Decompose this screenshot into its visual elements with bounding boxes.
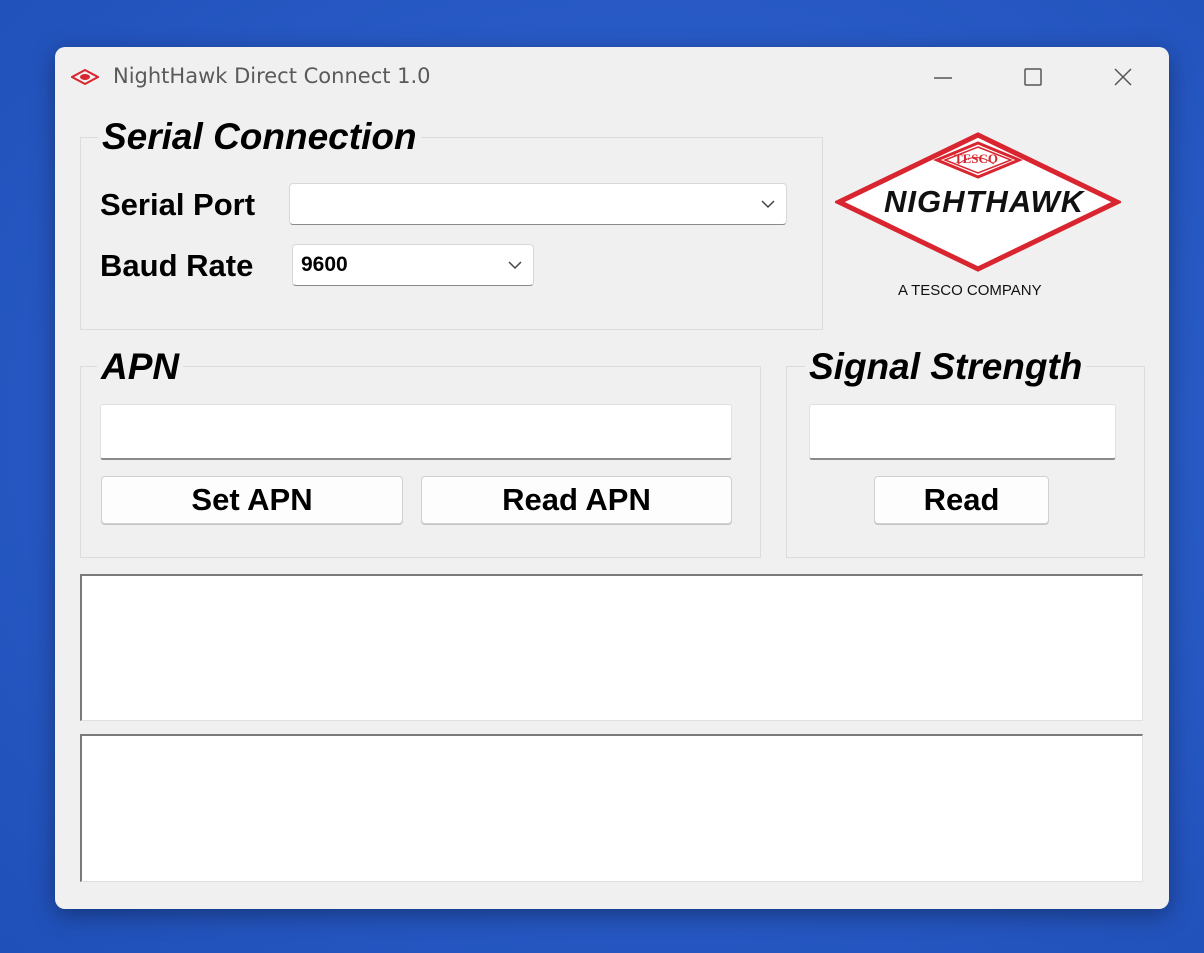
output-textarea-2[interactable] <box>80 734 1143 882</box>
tesco-badge-text: TESCO <box>953 151 999 166</box>
read-signal-button[interactable]: Read <box>874 476 1049 524</box>
apn-group <box>80 366 761 558</box>
set-apn-button[interactable]: Set APN <box>101 476 403 524</box>
minimize-icon <box>934 77 952 79</box>
window-title: NightHawk Direct Connect 1.0 <box>113 64 431 88</box>
chevron-down-icon <box>508 261 522 270</box>
serial-port-select[interactable] <box>289 183 787 225</box>
apn-input[interactable] <box>100 404 732 460</box>
baud-rate-label: Baud Rate <box>100 248 254 283</box>
chevron-down-icon <box>761 200 775 209</box>
serial-connection-group <box>80 137 823 330</box>
read-apn-button[interactable]: Read APN <box>421 476 732 524</box>
close-button[interactable] <box>1103 59 1143 95</box>
serial-connection-title: Serial Connection <box>98 117 421 157</box>
close-icon <box>1114 68 1132 86</box>
apn-title: APN <box>97 347 184 387</box>
output-textarea-1[interactable] <box>80 574 1143 721</box>
logo-brand: NIGHTHAWK <box>884 184 1085 219</box>
logo-tagline: A TESCO COMPANY <box>898 282 1042 299</box>
baud-rate-value: 9600 <box>301 253 348 276</box>
signal-strength-input[interactable] <box>809 404 1116 460</box>
baud-rate-select[interactable]: 9600 <box>292 244 534 286</box>
minimize-button[interactable] <box>923 59 963 95</box>
serial-port-label: Serial Port <box>100 187 256 222</box>
app-window: NightHawk Direct Connect 1.0 Serial Conn… <box>55 47 1169 909</box>
maximize-icon <box>1024 68 1042 86</box>
title-bar[interactable]: NightHawk Direct Connect 1.0 <box>55 47 1169 107</box>
maximize-button[interactable] <box>1013 59 1053 95</box>
signal-strength-title: Signal Strength <box>805 347 1087 387</box>
signal-strength-group <box>786 366 1145 558</box>
tesco-app-icon <box>71 69 99 85</box>
